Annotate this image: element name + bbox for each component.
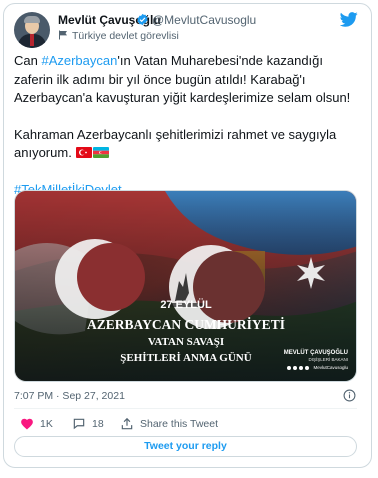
poster-sign-name: MEVLÜT ÇAVUŞOĞLU [284,348,348,356]
comment-icon [73,418,85,430]
author-handle[interactable]: @MevlutCavusoglu [152,13,256,27]
azerbaijan-flag-emoji [93,147,110,158]
like-button[interactable]: 1K [20,417,53,431]
poster-line-1: AZERBAYCAN CUMHURİYETİ [87,317,285,332]
commemoration-poster: 27 EYLÜL AZERBAYCAN CUMHURİYETİ VATAN SA… [15,191,356,381]
turkey-flag-emoji [76,147,93,158]
tweet-your-reply-button[interactable]: Tweet your reply [14,436,357,457]
government-label: Türkiye devlet görevlisi [58,30,179,42]
poster-sign-title: DIŞİŞLERİ BAKANI [308,356,348,362]
reply-count: 18 [92,418,104,430]
government-label-text: Türkiye devlet görevlisi [72,30,179,42]
verified-badge-icon [137,13,148,26]
hashtag-link[interactable]: #Azerbaycan [41,53,117,68]
tweet-image[interactable]: 27 EYLÜL AZERBAYCAN CUMHURİYETİ VATAN SA… [14,190,357,382]
poster-date: 27 EYLÜL [160,298,212,311]
poster-line-2: VATAN SAVAŞI [148,336,224,348]
share-icon [121,417,133,430]
share-label: Share this Tweet [140,418,219,430]
flag-icon [59,30,67,40]
twitter-bird-icon[interactable] [340,12,358,27]
info-icon[interactable] [343,389,356,402]
poster-line-3: ŞEHİTLERİ ANMA GÜNÜ [120,351,251,364]
like-count: 1K [40,418,53,430]
heart-icon [21,418,33,430]
divider [14,408,357,409]
share-button[interactable]: Share this Tweet [120,417,218,431]
tweet-text: Can #Azerbaycan'ın Vatan Muharebesi'nde … [14,53,351,197]
poster-sign-handle: MevlutCavusoglu [313,365,348,370]
avatar[interactable] [14,12,50,48]
reply-button[interactable]: 18 [72,417,104,431]
timestamp[interactable]: 7:07 PM · Sep 27, 2021 [14,390,125,402]
